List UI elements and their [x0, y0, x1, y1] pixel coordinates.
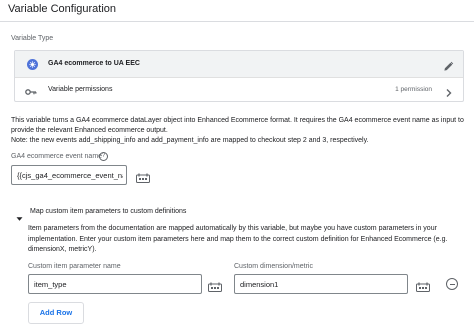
variable-description: This variable turns a GA4 ecommerce data…	[11, 116, 471, 146]
description-line: provide the relevant Enhanced ecommerce …	[11, 127, 168, 134]
param-name-input[interactable]: item_type	[28, 274, 202, 294]
header: Variable Configuration	[0, 0, 474, 22]
variable-type-label: Variable Type	[11, 35, 54, 42]
add-row-button[interactable]: Add Row	[28, 302, 84, 324]
description-line: This variable turns a GA4 ecommerce data…	[11, 117, 464, 124]
dimension-value: dimension1	[240, 280, 279, 289]
variable-picker-icon[interactable]	[136, 170, 150, 183]
param-name-value: item_type	[34, 280, 67, 289]
description-line: Note: the new events add_shipping_info a…	[11, 137, 369, 144]
description-line: dimensionX, metricY).	[28, 246, 97, 253]
description-line: implementation. Enter your custom item p…	[28, 235, 448, 243]
param-name-column-label: Custom item parameter name	[28, 263, 121, 270]
permissions-count: 1 permission	[395, 86, 432, 93]
event-name-value: {{cjs_ga4_ecommerce_event_nar	[17, 171, 123, 180]
dimension-input[interactable]: dimension1	[234, 274, 408, 294]
variable-type-icon	[27, 59, 38, 70]
chevron-down-icon[interactable]	[16, 209, 23, 221]
description-line: Item parameters from the documentation a…	[28, 225, 437, 232]
page-title: Variable Configuration	[8, 3, 117, 15]
dimension-column-label: Custom dimension/metric	[234, 263, 313, 270]
remove-row-icon[interactable]	[446, 278, 458, 290]
help-icon[interactable]: ?	[99, 152, 108, 161]
event-name-label: GA4 ecommerce event name	[11, 153, 103, 160]
permissions-label: Variable permissions	[48, 86, 113, 93]
custom-params-title[interactable]: Map custom item parameters to custom def…	[30, 208, 186, 215]
variable-picker-icon[interactable]	[416, 279, 430, 292]
variable-permissions-row[interactable]: Variable permissions 1 permission	[15, 78, 463, 102]
pencil-icon[interactable]	[443, 59, 454, 71]
variable-picker-icon[interactable]	[208, 279, 222, 292]
event-name-input[interactable]: {{cjs_ga4_ecommerce_event_nar	[11, 165, 127, 185]
variable-type-name: GA4 ecommerce to UA EEC	[48, 60, 140, 67]
custom-params-description: Item parameters from the documentation a…	[28, 224, 468, 256]
variable-type-card: GA4 ecommerce to UA EEC Variable permiss…	[14, 50, 464, 102]
variable-type-row[interactable]: GA4 ecommerce to UA EEC	[15, 51, 463, 78]
key-icon	[25, 84, 37, 95]
chevron-right-icon	[445, 85, 453, 97]
